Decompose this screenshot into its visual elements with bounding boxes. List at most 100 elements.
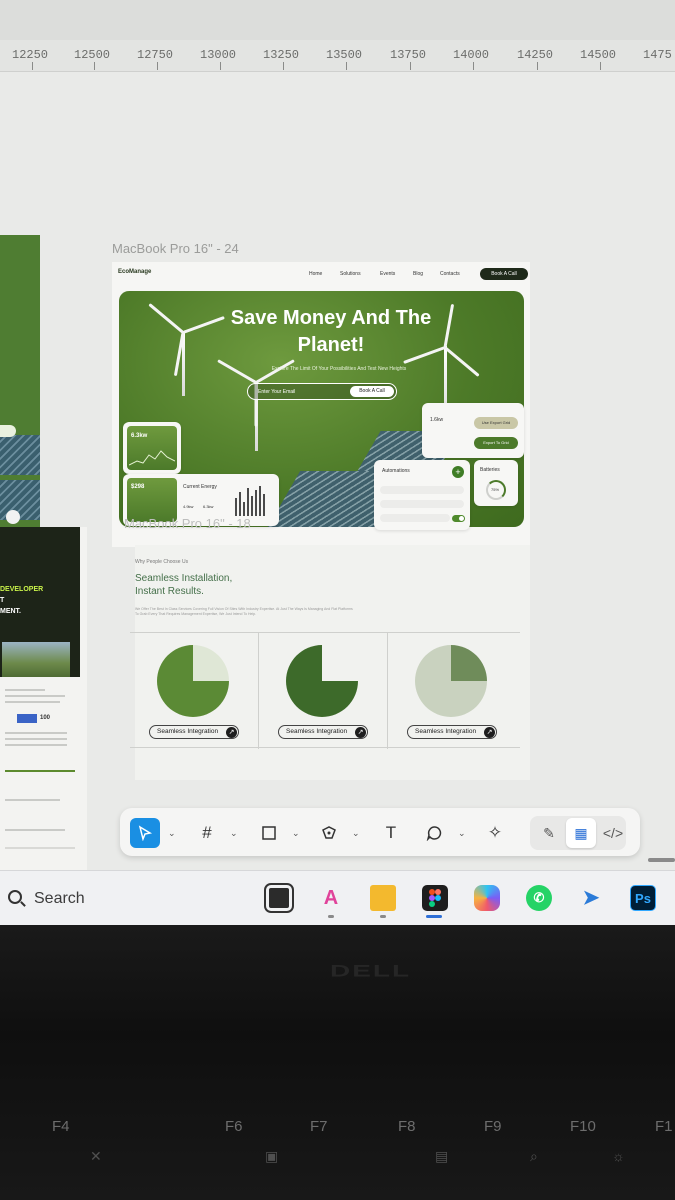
search-key-icon: ⌕ — [530, 1148, 538, 1164]
frame-label[interactable]: MacBook Pro 16" - 24 — [112, 241, 239, 256]
grid-value: 1.6kw — [430, 417, 444, 423]
ruler-label: 14500 — [580, 48, 617, 62]
chevron-down-icon[interactable]: ⌄ — [168, 828, 176, 839]
arrow-icon: ↗ — [226, 727, 237, 738]
automation-toggle — [452, 515, 465, 522]
current-energy-label: Current Energy — [183, 484, 217, 490]
hero-title-line: Planet! — [297, 334, 365, 356]
key-f9: F9 — [484, 1118, 502, 1135]
graph-bar — [263, 494, 265, 516]
monitor-screen: 12250 12500 12750 13000 13250 13500 1375… — [0, 0, 675, 925]
display-icon: ▤ — [435, 1148, 449, 1164]
photoshop-app-icon[interactable]: Ps — [630, 885, 656, 911]
nav-link-solutions: Solutions — [340, 271, 361, 277]
chevron-down-icon[interactable]: ⌄ — [352, 828, 360, 839]
feature-pill: Seamless Integration ↗ — [149, 725, 239, 739]
add-automation-icon: + — [452, 466, 464, 478]
batteries-label: Batteries — [480, 467, 500, 473]
canvas-scrollbar[interactable] — [648, 858, 675, 862]
chevron-down-icon[interactable]: ⌄ — [292, 828, 300, 839]
ruler-label: 1475 — [643, 48, 672, 62]
text-tool-icon[interactable]: T — [376, 818, 406, 848]
ruler-label: 12250 — [12, 48, 49, 62]
email-field: Enter Your Email Book A Call — [247, 383, 397, 400]
frame-label-2[interactable]: MacBook Pro 16" - 18 — [124, 516, 251, 531]
ruler-label: 13750 — [390, 48, 427, 62]
rectangle-tool-icon[interactable] — [254, 818, 284, 848]
nearby-share-icon[interactable]: ➤ — [578, 885, 604, 911]
ruler-tick — [473, 62, 474, 70]
email-placeholder: Enter Your Email — [258, 389, 296, 395]
hero-title-line: Save Money And The — [230, 307, 432, 329]
draw-mode-icon[interactable]: ✎ — [534, 818, 564, 848]
dev-mode-icon[interactable]: </> — [598, 818, 628, 848]
ruler-tick — [32, 62, 33, 70]
bar-graph — [235, 484, 271, 516]
task-view-icon[interactable] — [264, 883, 294, 913]
text-line — [5, 738, 67, 740]
text-line — [5, 744, 67, 746]
search-icon[interactable] — [8, 890, 22, 904]
left-partial-frame-dark[interactable]: DEVELOPER T MENT. 100 — [0, 527, 87, 870]
move-tool-icon[interactable] — [130, 818, 160, 848]
actions-sparkle-icon[interactable]: ✧ — [480, 818, 510, 848]
key-f10: F10 — [570, 1118, 596, 1135]
pen-tool-icon[interactable] — [314, 818, 344, 848]
comment-tool-icon[interactable] — [420, 818, 450, 848]
automations-label: Automations — [382, 468, 410, 474]
section-description: We Offer The Best In Class Services Cove… — [135, 607, 353, 616]
feature-label: Seamless Integration — [286, 728, 348, 735]
figma-top-strip — [0, 0, 675, 40]
chevron-down-icon[interactable]: ⌄ — [458, 828, 466, 839]
chevron-down-icon[interactable]: ⌄ — [230, 828, 238, 839]
frame-tool-icon[interactable]: # — [192, 818, 222, 848]
file-explorer-icon[interactable] — [370, 885, 396, 911]
ruler-label: 14000 — [453, 48, 490, 62]
design-frame[interactable]: EcoManage Home Solutions Events Blog Con… — [112, 262, 530, 547]
turbine-blade — [148, 303, 184, 334]
copilot-app-icon[interactable] — [474, 885, 500, 911]
windows-taskbar: Search A ✆ ➤ Ps — [0, 870, 675, 925]
ruler-tick — [157, 62, 158, 70]
key-f7: F7 — [310, 1118, 328, 1135]
export-to-grid-pill: Export To Grid — [474, 437, 518, 449]
pie-graphic-icon — [157, 645, 229, 717]
figma-app-icon[interactable] — [422, 885, 448, 911]
copilot-ai-app-icon[interactable]: A — [318, 885, 344, 911]
graph-bar — [243, 502, 245, 516]
feature-label: Seamless Integration — [415, 728, 477, 735]
automation-row — [380, 486, 464, 494]
feature-card: Seamless Integration ↗ — [130, 633, 259, 749]
ruler-label: 13250 — [263, 48, 300, 62]
left-partial-frame[interactable] — [0, 235, 40, 575]
icon-row — [5, 770, 75, 772]
section-eyebrow: Why People Choose Us — [135, 559, 189, 565]
energy-card: 6.3kw — [123, 422, 181, 474]
design-frame-2[interactable]: Why People Choose Us Seamless Installati… — [130, 545, 530, 780]
graph-bar — [251, 496, 253, 516]
whatsapp-icon[interactable]: ✆ — [526, 885, 552, 911]
ruler-label: 12500 — [74, 48, 111, 62]
feature-grid: Seamless Integration ↗ Seamless Integrati… — [130, 632, 520, 749]
nav-link-blog: Blog — [413, 271, 424, 277]
left-value: 100 — [40, 715, 51, 721]
app-active-indicator — [426, 915, 442, 918]
ruler-tick — [600, 62, 601, 70]
ruler-tick — [220, 62, 221, 70]
feature-label: Seamless Integration — [157, 728, 219, 735]
figma-toolbar: ⌄ # ⌄ ⌄ ⌄ T ⌄ ✧ ✎ ▦ </> — [120, 808, 640, 856]
grid-export-card: 1.6kw Use Export Grid Export To Grid — [422, 403, 524, 458]
site-navbar: EcoManage Home Solutions Events Blog Con… — [112, 262, 530, 284]
text-line — [5, 695, 65, 697]
ruler-tick — [537, 62, 538, 70]
taskbar-search[interactable]: Search — [34, 890, 85, 908]
design-mode-icon[interactable]: ▦ — [566, 818, 596, 848]
landscape-image — [2, 642, 70, 677]
energy-value: 6.3kw — [131, 433, 148, 439]
ruler-label: 13500 — [326, 48, 363, 62]
sparkline-icon — [129, 450, 175, 466]
hero-subtitle: Explore The Limit Of Your Possibilities … — [271, 366, 407, 372]
hero-title: Save Money And The Planet! — [201, 305, 461, 359]
text-line — [5, 701, 60, 703]
left-heading: DEVELOPER — [0, 586, 44, 593]
